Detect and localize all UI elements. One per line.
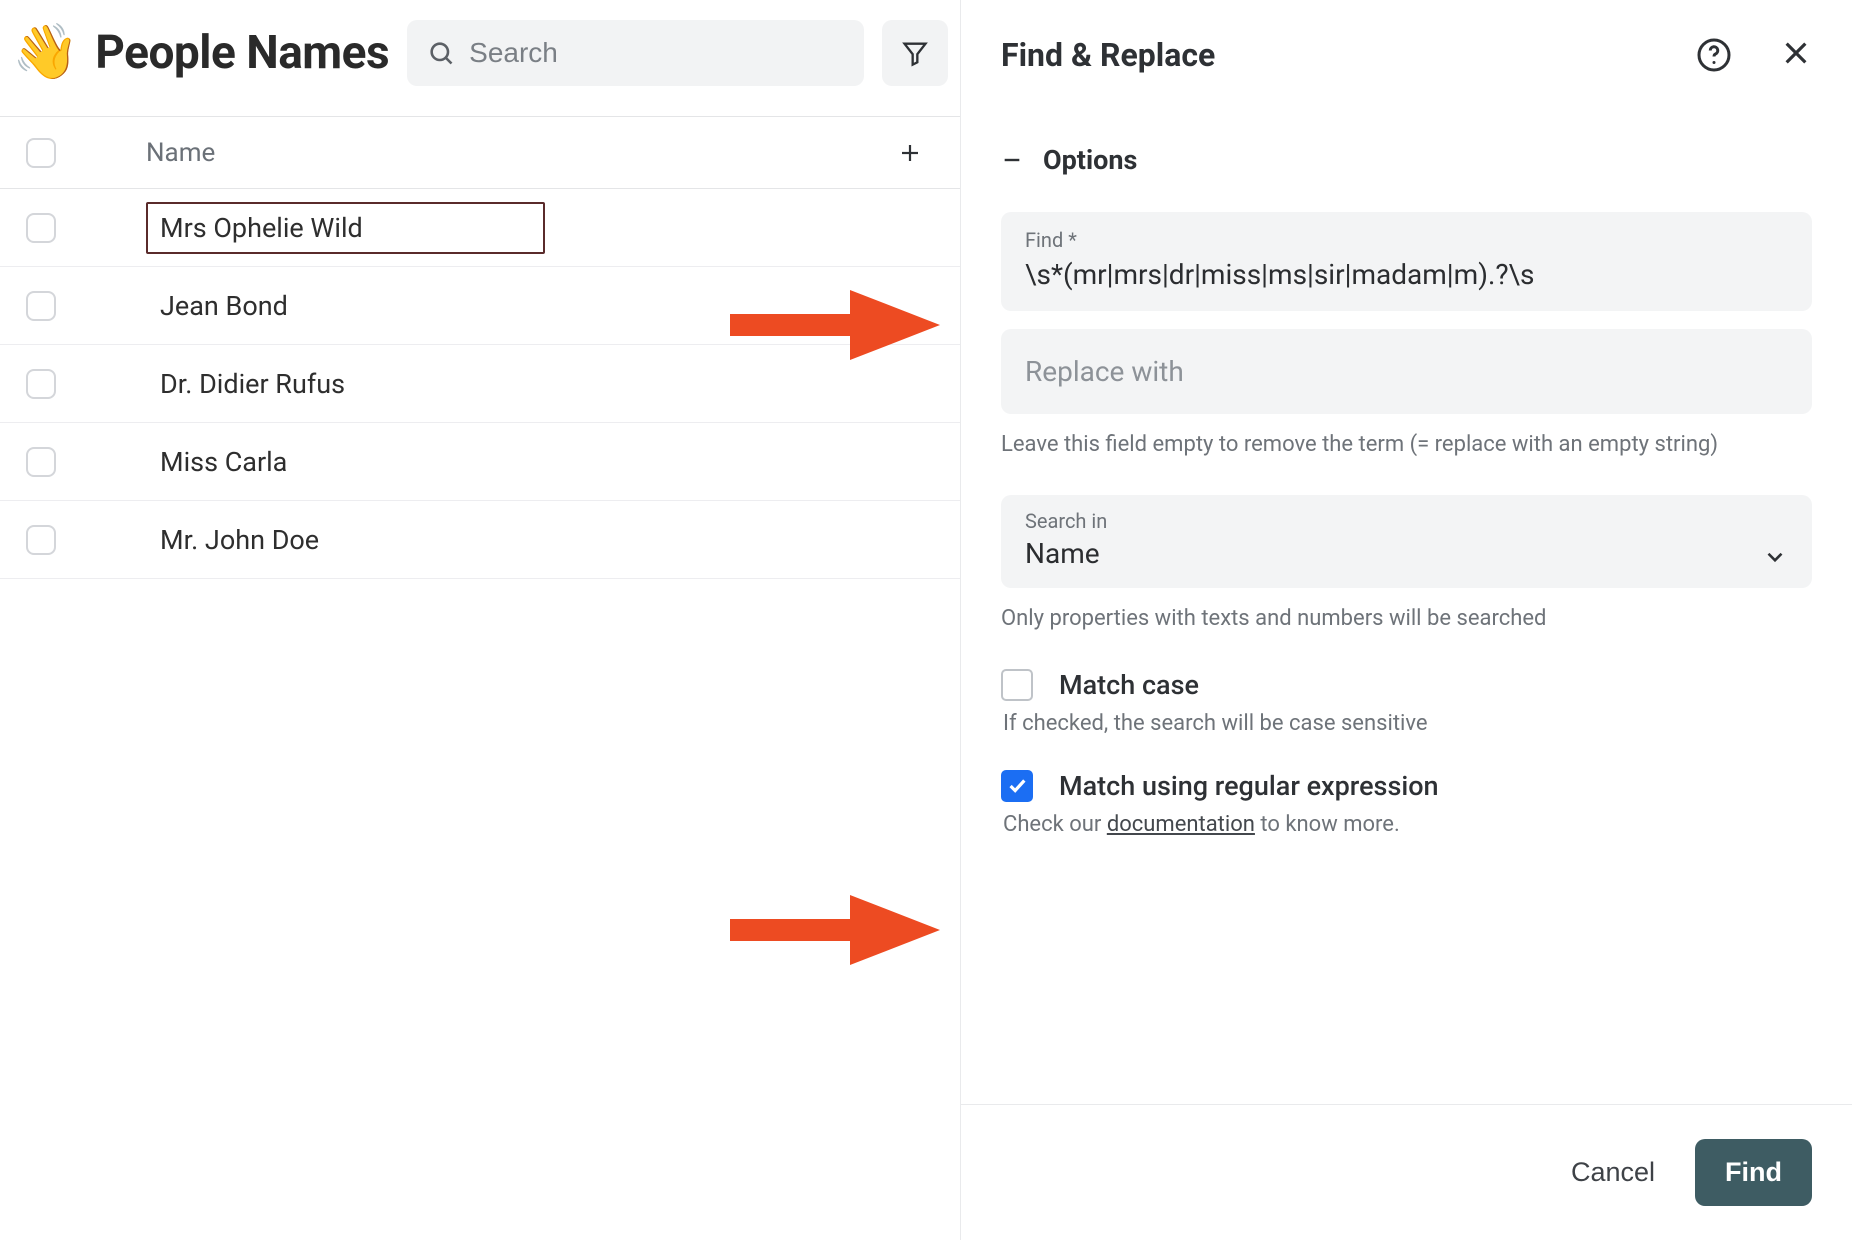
replace-field[interactable]: Replace with xyxy=(1001,329,1812,414)
table-row[interactable]: Jean Bond xyxy=(0,267,960,345)
find-field[interactable]: Find * \s*(mr|mrs|dr|miss|ms|sir|madam|m… xyxy=(1001,212,1812,311)
cancel-button[interactable]: Cancel xyxy=(1571,1157,1655,1188)
filter-icon xyxy=(901,38,929,68)
search-in-select[interactable]: Search in Name xyxy=(1001,495,1812,588)
search-icon xyxy=(427,39,455,67)
options-label: Options xyxy=(1043,144,1137,176)
main-content: 👋 People Names Name xyxy=(0,0,960,1240)
match-case-help: If checked, the search will be case sens… xyxy=(1001,711,1812,736)
row-checkbox[interactable] xyxy=(26,369,56,399)
match-regex-help: Check our documentation to know more. xyxy=(1001,812,1812,837)
replace-help: Leave this field empty to remove the ter… xyxy=(1001,428,1812,461)
close-icon[interactable] xyxy=(1780,37,1812,73)
row-name-cell[interactable]: Mr. John Doe xyxy=(146,524,319,556)
name-column-header[interactable]: Name xyxy=(146,138,880,168)
options-section-toggle[interactable]: Options xyxy=(1001,144,1812,176)
plus-icon xyxy=(898,141,922,165)
row-checkbox[interactable] xyxy=(26,213,56,243)
table-header: Name xyxy=(0,117,960,189)
row-name-cell[interactable]: Mrs Ophelie Wild xyxy=(146,202,545,254)
match-case-checkbox[interactable] xyxy=(1001,669,1033,701)
select-all-checkbox[interactable] xyxy=(26,138,56,168)
annotation-arrow xyxy=(730,895,940,965)
chevron-down-icon xyxy=(1762,544,1788,570)
search-in-label: Search in xyxy=(1025,509,1107,533)
row-checkbox[interactable] xyxy=(26,291,56,321)
match-regex-label: Match using regular expression xyxy=(1059,770,1439,802)
row-name-cell[interactable]: Dr. Didier Rufus xyxy=(146,368,345,400)
row-checkbox[interactable] xyxy=(26,525,56,555)
find-button[interactable]: Find xyxy=(1695,1139,1812,1206)
find-value: \s*(mr|mrs|dr|miss|ms|sir|madam|m).?\s xyxy=(1025,258,1788,291)
table-row[interactable]: Mr. John Doe xyxy=(0,501,960,579)
help-icon[interactable] xyxy=(1696,37,1732,73)
documentation-link[interactable]: documentation xyxy=(1107,812,1255,837)
match-regex-checkbox[interactable] xyxy=(1001,770,1033,802)
search-input[interactable] xyxy=(469,37,844,69)
find-replace-panel: Find & Replace Options Find * \s*(mr|mrs… xyxy=(960,0,1852,1240)
match-case-label: Match case xyxy=(1059,669,1199,701)
table-row[interactable]: Dr. Didier Rufus xyxy=(0,345,960,423)
search-box[interactable] xyxy=(407,20,864,86)
row-name-cell[interactable]: Miss Carla xyxy=(146,446,287,478)
panel-title: Find & Replace xyxy=(1001,36,1696,74)
row-checkbox[interactable] xyxy=(26,447,56,477)
find-label: Find * xyxy=(1025,228,1788,252)
row-name-cell[interactable]: Jean Bond xyxy=(146,290,288,322)
table-row[interactable]: Mrs Ophelie Wild xyxy=(0,189,960,267)
wave-icon: 👋 xyxy=(12,26,79,80)
name-table: Name Mrs Ophelie Wild Jean Bond Dr. Didier… xyxy=(0,116,960,579)
search-in-value: Name xyxy=(1025,537,1107,570)
table-row[interactable]: Miss Carla xyxy=(0,423,960,501)
replace-placeholder: Replace with xyxy=(1025,355,1788,388)
add-column-button[interactable] xyxy=(880,141,940,165)
filter-button[interactable] xyxy=(882,20,948,86)
page-title: People Names xyxy=(95,26,389,80)
search-in-help: Only properties with texts and numbers w… xyxy=(1001,602,1812,635)
collapse-icon xyxy=(1001,149,1023,171)
